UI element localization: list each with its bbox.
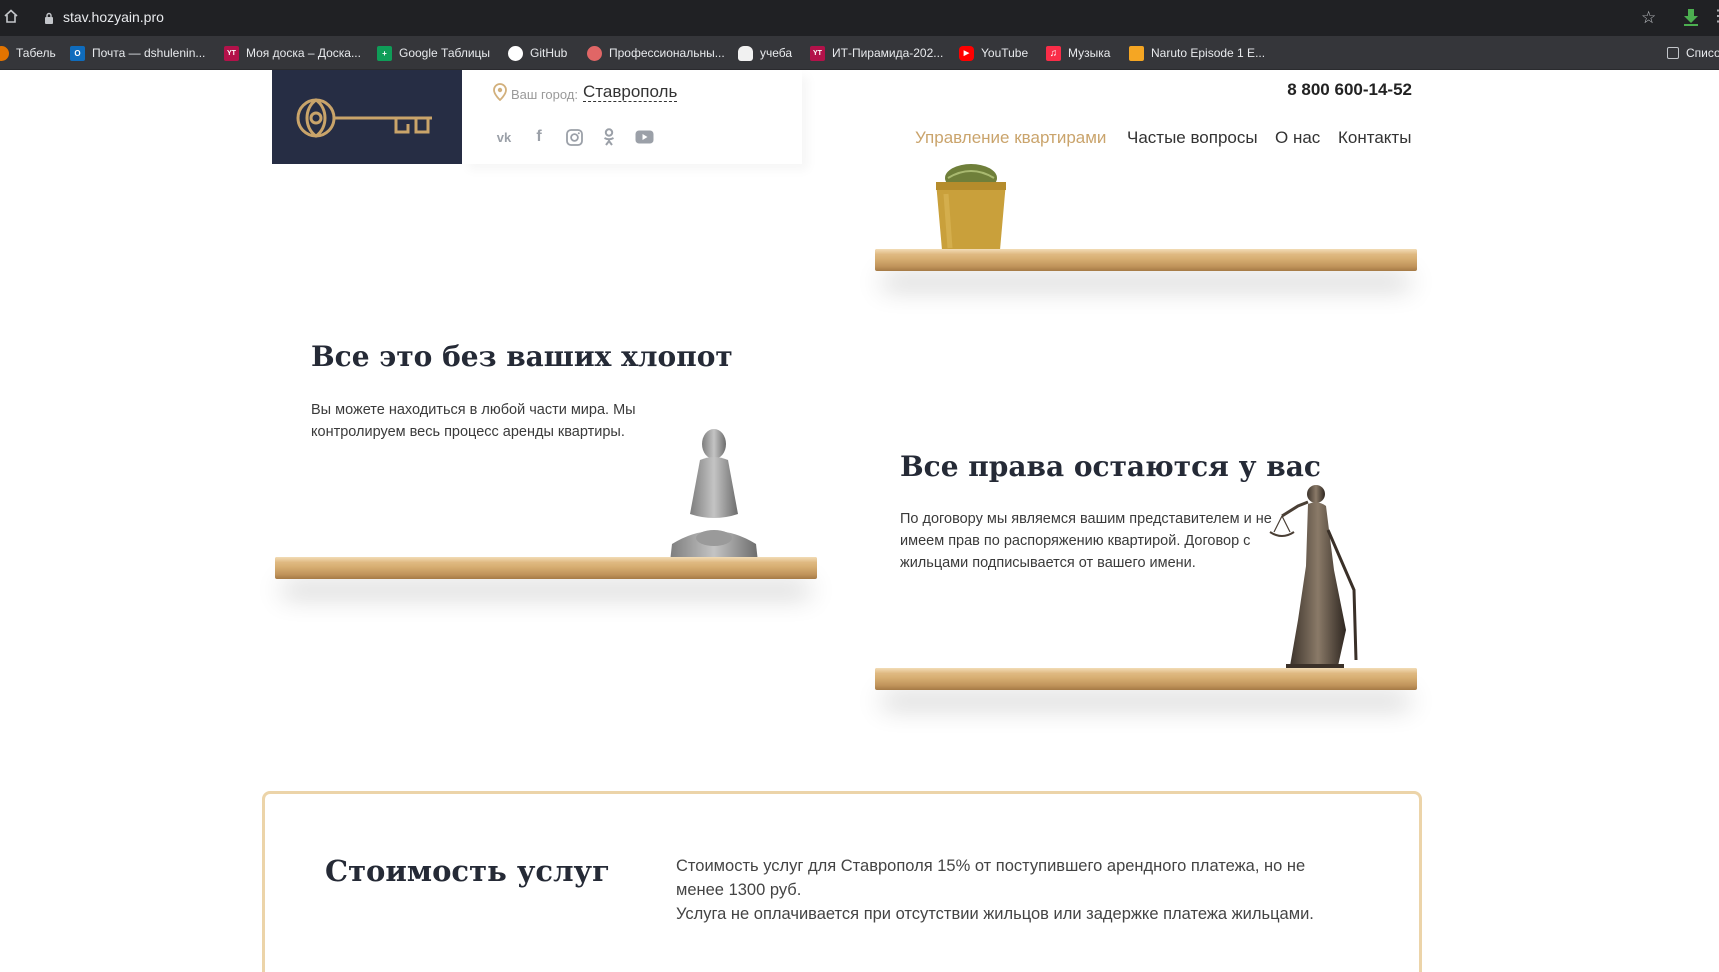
city-label: Ваш город: [511,86,578,102]
vk-icon[interactable]: vk [494,127,514,147]
menu-icon[interactable]: ⋮ [1710,6,1719,26]
bookmark-label: Списо [1686,46,1719,60]
city-name-link[interactable]: Ставрополь [583,82,678,102]
section-text-rights: По договору мы являемся вашим представит… [900,511,1272,571]
bookmark-label: YouTube [981,46,1029,60]
bookmark-label: GitHub [530,46,568,60]
browser-address-bar: stav.hozyain.pro ☆ ⋮ [0,0,1719,36]
nav-about[interactable]: О нас [1275,128,1320,148]
section-title-rights: Все права остаются у вас [900,450,1321,483]
pricing-line-1: Стоимость услуг для Ставрополя 15% от по… [676,857,1306,899]
bookmark-label: Google Таблицы [399,46,491,60]
naruto-favicon-icon [1129,45,1144,61]
shelf-left [275,557,817,579]
bookmark-label: Профессиональны... [609,46,725,60]
bookmark-item[interactable]: O Почта — dshulenin... [70,43,205,63]
yt-board-icon: YT [810,45,825,61]
social-links: vk f [494,127,669,147]
location-pin-icon [493,83,507,101]
pro-favicon-icon [587,45,602,61]
reading-list-icon [1667,47,1679,59]
download-icon[interactable] [1683,8,1699,26]
url-field[interactable]: stav.hozyain.pro [63,9,164,25]
yt-board-icon: YT [224,45,239,61]
bookmark-label: Моя доска – Доска... [246,46,361,60]
nav-apartment-management[interactable]: Управление квартирами [915,128,1106,148]
facebook-icon[interactable]: f [529,127,549,147]
bookmark-favicon-icon [0,45,9,61]
music-icon: ♫ [1046,45,1061,61]
linux-tux-icon [738,45,753,61]
pricing-text: Стоимость услуг для Ставрополя 15% от по… [676,854,1336,926]
lock-icon[interactable] [44,12,54,24]
bookmark-item[interactable]: учеба [738,43,792,63]
youtube-icon[interactable] [634,127,654,147]
section-text-no-hassle: Вы можете находиться в любой части мира.… [311,402,636,440]
nav-contacts[interactable]: Контакты [1338,128,1411,148]
google-sheets-icon: + [377,45,392,61]
odnoklassniki-icon[interactable] [599,127,619,147]
section-title-no-hassle: Все это без ваших хлопот [311,340,733,373]
bookmark-item[interactable]: GitHub [508,43,567,63]
bookmark-item[interactable]: YT Моя доска – Доска... [224,43,361,63]
outlook-icon: O [70,45,85,61]
shelf-right [875,668,1417,690]
bookmark-label: ИТ-Пирамида-202... [832,46,944,60]
key-logo-icon [296,98,432,138]
city-selector[interactable]: Ваш город: Ставрополь [492,82,678,102]
github-icon [508,45,523,61]
reading-list-item[interactable]: Списо [1667,43,1719,63]
themis-statue-image [1268,470,1364,676]
bookmark-label: учеба [760,46,793,60]
bookmark-star-icon[interactable]: ☆ [1641,8,1656,28]
bookmark-item[interactable]: ♫ Музыка [1046,43,1110,63]
bookmark-item[interactable]: ▶ YouTube [959,43,1028,63]
phone-number[interactable]: 8 800 600-14-52 [1200,80,1412,100]
bookmark-item[interactable]: Профессиональны... [587,43,725,63]
bookmark-item[interactable]: + Google Таблицы [377,43,490,63]
pricing-title: Стоимость услуг [325,854,610,888]
buddha-statue-image [664,426,764,568]
nav-faq[interactable]: Частые вопросы [1127,128,1258,148]
site-logo[interactable] [272,70,462,164]
shelf-top [875,249,1417,271]
pricing-line-2: Услуга не оплачивается при отсутствии жи… [676,905,1314,923]
bookmark-item[interactable]: YT ИТ-Пирамида-202... [810,43,943,63]
home-icon[interactable] [4,9,18,23]
youtube-icon: ▶ [959,45,974,61]
cactus-pot-image [934,164,1008,254]
bookmark-label: Табель [16,46,56,60]
instagram-icon[interactable] [564,127,584,147]
bookmarks-bar: Табель O Почта — dshulenin... YT Моя дос… [0,36,1719,70]
bookmark-item[interactable]: Табель [0,43,56,63]
bookmark-label: Naruto Episode 1 E... [1151,46,1266,60]
bookmark-label: Музыка [1068,46,1111,60]
bookmark-item[interactable]: Naruto Episode 1 E... [1129,43,1265,63]
bookmark-label: Почта — dshulenin... [92,46,206,60]
